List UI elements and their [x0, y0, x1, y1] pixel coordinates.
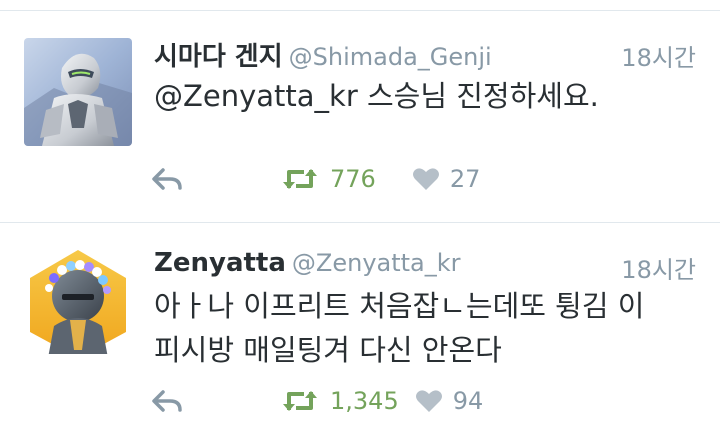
retweet-button[interactable]: 776	[280, 165, 376, 193]
tweet-divider	[0, 222, 720, 223]
like-icon	[415, 390, 442, 412]
tweet-text-line: 아ㅏ나 이프리트 처음잡ㄴ는데또 튕김 이	[154, 289, 645, 323]
like-icon	[412, 168, 439, 190]
reply-icon	[152, 390, 182, 412]
reply-button[interactable]	[150, 166, 184, 192]
like-count: 94	[452, 387, 484, 415]
reply-icon	[152, 168, 182, 190]
like-button[interactable]: 94	[415, 387, 484, 415]
retweet-button[interactable]: 1,345	[280, 387, 399, 415]
avatar[interactable]	[24, 246, 132, 354]
tweet-text: @Zenyatta_kr 스승님 진정하세요.	[154, 74, 700, 118]
top-divider	[0, 10, 720, 11]
display-name[interactable]: 시마다 겐지	[154, 42, 283, 72]
genji-avatar	[24, 38, 132, 146]
tweet-header: 시마다 겐지 @Shimada_Genji 18시간	[154, 36, 696, 76]
retweet-icon	[283, 391, 317, 411]
tweet-text-line: @Zenyatta_kr 스승님 진정하세요.	[154, 79, 599, 113]
retweet-count: 776	[330, 165, 376, 193]
tweet-text-line: 피시방 매일팅겨 다신 안온다	[154, 333, 502, 367]
tweet-header: Zenyatta @Zenyatta_kr 18시간	[154, 248, 696, 288]
tweet-actions: 776 27	[150, 162, 516, 196]
timestamp[interactable]: 18시간	[621, 38, 696, 73]
tweet-actions: 1,345 94	[150, 384, 519, 418]
like-count: 27	[449, 165, 481, 193]
zenyatta-avatar	[30, 250, 126, 354]
tweet-text: 아ㅏ나 이프리트 처음잡ㄴ는데또 튕김 이 피시방 매일팅겨 다신 안온다	[154, 284, 700, 372]
user-handle[interactable]: @Shimada_Genji	[289, 43, 492, 71]
retweet-count: 1,345	[330, 387, 399, 415]
user-handle[interactable]: @Zenyatta_kr	[292, 249, 461, 277]
timestamp[interactable]: 18시간	[621, 250, 696, 285]
reply-button[interactable]	[150, 388, 184, 414]
like-button[interactable]: 27	[412, 165, 481, 193]
avatar[interactable]	[24, 38, 132, 146]
display-name[interactable]: Zenyatta	[154, 248, 286, 278]
tweet[interactable]: Zenyatta @Zenyatta_kr 18시간 아ㅏ나 이프리트 처음잡ㄴ는…	[0, 224, 720, 424]
retweet-icon	[283, 169, 317, 189]
tweet[interactable]: 시마다 겐지 @Shimada_Genji 18시간 @Zenyatta_kr 스…	[0, 12, 720, 212]
